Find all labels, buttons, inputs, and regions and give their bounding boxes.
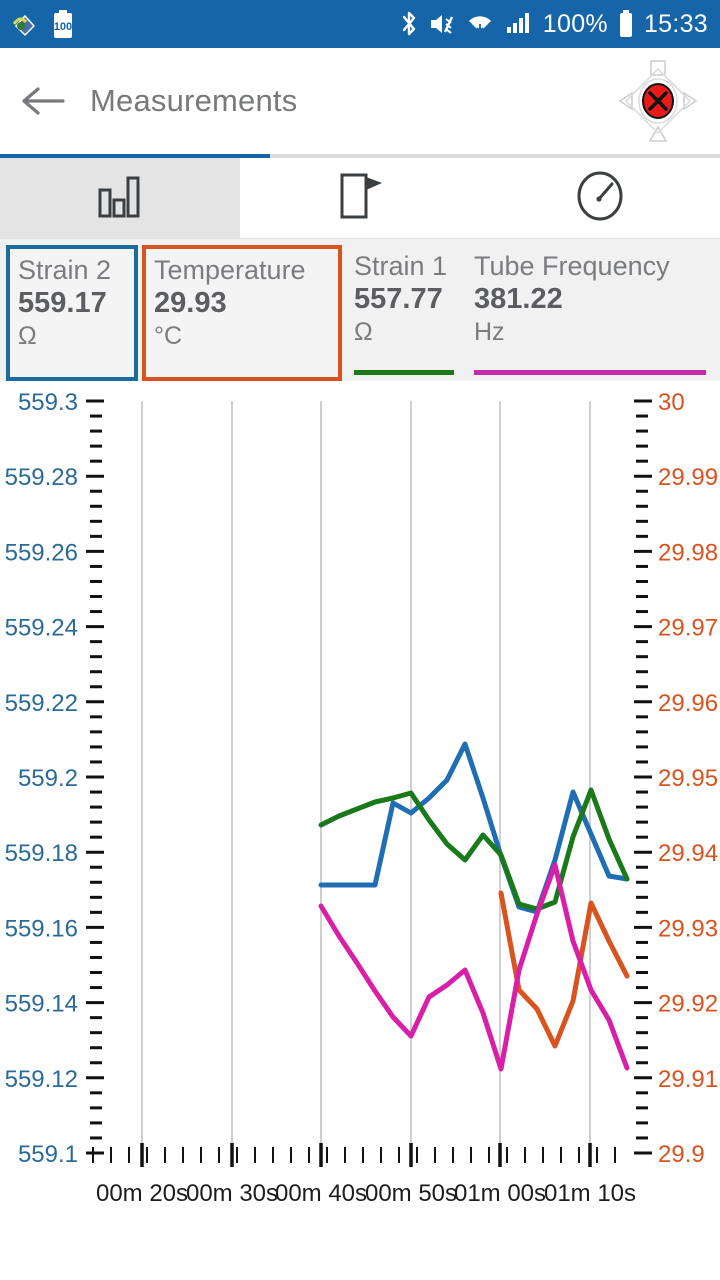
- status-bar-left-icons: 100: [12, 9, 74, 39]
- card-unit: Hz: [474, 318, 505, 346]
- axis-tick-label: 29.96: [658, 690, 718, 717]
- status-bar-right-icons: 100% 15:33: [399, 9, 708, 39]
- tab-chart[interactable]: [0, 158, 240, 238]
- battery-saver-icon: 100: [52, 9, 74, 39]
- x-axis: 00m 20s00m 30s00m 40s00m 50s01m 00s01m 1…: [92, 1143, 636, 1207]
- location-icon: [12, 10, 42, 38]
- wifi-icon: [465, 10, 495, 38]
- axis-tick-label: 29.95: [658, 765, 718, 792]
- card-name: Tube Frequency: [474, 251, 670, 281]
- navigation-pad-stop-icon[interactable]: [616, 59, 700, 143]
- axis-tick-label: 559.26: [5, 539, 78, 566]
- axis-tick-label: 29.9: [658, 1141, 705, 1168]
- axis-tick-label: 559.12: [5, 1066, 78, 1093]
- card-name: Strain 1: [354, 251, 448, 281]
- card-name: Strain 2: [18, 255, 112, 285]
- card-unit: °C: [154, 322, 183, 350]
- axis-tick-label: 29.91: [658, 1066, 718, 1093]
- axis-tick-label: 30: [658, 389, 685, 416]
- axis-tick-label: 559.18: [5, 840, 78, 867]
- right-axis: 30 29.99 29.98 29.97 29.96 29.95 29.94 29.93 29.…: [634, 389, 718, 1168]
- series-line-tube-frequency: [318, 862, 630, 1072]
- card-value: 381.22: [474, 283, 563, 315]
- x-axis-tick-label: 01m 10s: [544, 1180, 636, 1207]
- x-axis-tick-label: 00m 30s: [186, 1180, 278, 1207]
- card-tube-frequency[interactable]: Tube Frequency 381.22 Hz: [466, 245, 714, 381]
- bluetooth-icon: [399, 9, 419, 39]
- flag-marker-icon: [334, 169, 386, 228]
- status-bar: 100 100% 15:33: [0, 0, 720, 48]
- signal-icon: [504, 10, 534, 38]
- card-value: 559.17: [18, 287, 107, 319]
- card-value: 29.93: [154, 287, 227, 319]
- card-series-rule: [354, 370, 454, 375]
- x-axis-tick-label: 00m 20s: [96, 1180, 188, 1207]
- tab-flag[interactable]: [240, 158, 480, 238]
- card-unit: Ω: [354, 318, 373, 346]
- card-unit: Ω: [18, 322, 37, 350]
- x-axis-tick-label: 00m 50s: [365, 1180, 457, 1207]
- axis-tick-label: 559.1: [18, 1141, 78, 1168]
- app-bar: Measurements: [0, 48, 720, 154]
- back-arrow-icon[interactable]: [20, 78, 66, 124]
- axis-tick-label: 559.22: [5, 690, 78, 717]
- axis-tick-label: 559.16: [5, 915, 78, 942]
- battery-icon: [617, 9, 635, 39]
- chart-series-group: [318, 741, 630, 1072]
- axis-tick-label: 559.3: [18, 389, 78, 416]
- axis-tick-label: 559.2: [18, 765, 78, 792]
- card-strain-2[interactable]: Strain 2 559.17 Ω: [6, 245, 138, 381]
- page-title: Measurements: [90, 83, 298, 118]
- measurement-cards: Strain 2 559.17 Ω Temperature 29.93 °C S…: [0, 239, 720, 381]
- tab-bar: [0, 158, 720, 239]
- battery-percent-label: 100%: [542, 9, 608, 38]
- chart-canvas[interactable]: 559.3 559.28 559.26 559.24 559.22 559.2 559.18…: [0, 381, 720, 1241]
- axis-tick-label: 29.93: [658, 915, 718, 942]
- measurement-chart[interactable]: 559.3 559.28 559.26 559.24 559.22 559.2 559.18…: [0, 381, 720, 1241]
- clock-label: 15:33: [643, 9, 708, 38]
- left-axis: 559.3 559.28 559.26 559.24 559.22 559.2 559.18…: [5, 389, 104, 1168]
- axis-tick-label: 559.24: [5, 615, 78, 642]
- bar-chart-icon: [92, 170, 148, 227]
- axis-tick-label: 29.94: [658, 840, 718, 867]
- axis-tick-label: 29.97: [658, 615, 718, 642]
- mute-icon: [428, 10, 456, 38]
- axis-tick-label: 29.92: [658, 991, 718, 1018]
- card-strain-1[interactable]: Strain 1 557.77 Ω: [346, 245, 462, 381]
- card-name: Temperature: [154, 255, 306, 285]
- x-axis-tick-label: 01m 00s: [454, 1180, 546, 1207]
- axis-tick-label: 29.99: [658, 464, 718, 491]
- chart-gridlines: [141, 401, 591, 1153]
- card-value: 557.77: [354, 283, 443, 315]
- card-series-rule: [474, 370, 706, 375]
- axis-tick-label: 559.14: [5, 991, 78, 1018]
- battery-saver-label: 100: [54, 21, 72, 33]
- tab-gauge[interactable]: [480, 158, 720, 238]
- axis-tick-label: 559.28: [5, 464, 78, 491]
- card-temperature[interactable]: Temperature 29.93 °C: [142, 245, 342, 381]
- axis-tick-label: 29.98: [658, 539, 718, 566]
- x-axis-tick-label: 00m 40s: [275, 1180, 367, 1207]
- series-line-strain-2: [318, 741, 630, 915]
- gauge-icon: [572, 168, 628, 229]
